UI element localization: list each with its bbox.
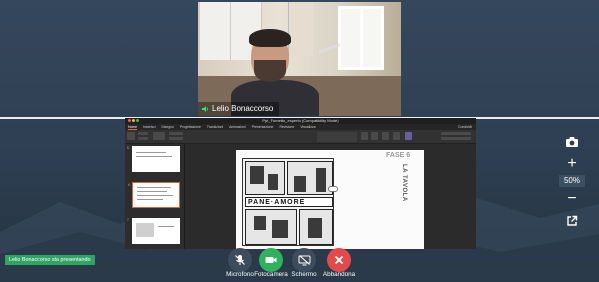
participant-hair (249, 29, 291, 47)
screen-share-off-icon (298, 254, 310, 265)
camera-icon (566, 137, 578, 147)
minus-icon: − (567, 190, 577, 207)
thumbnail-text-line (137, 187, 171, 188)
comic-panel (299, 209, 333, 245)
participant-video-tile[interactable]: Lelio Bonaccorso (198, 2, 401, 116)
ribbon-control (441, 137, 471, 140)
thumbnail-text-line (137, 191, 167, 192)
external-link-icon (567, 215, 578, 226)
mic-off-icon (235, 255, 245, 265)
participant-name: Lelio Bonaccorso (212, 104, 274, 113)
zoom-out-button[interactable]: − (560, 190, 584, 208)
leave-call-button[interactable] (327, 248, 351, 272)
close-icon (334, 255, 344, 265)
slide-thumbnails: 5 6 7 (125, 144, 185, 249)
comic-ink (268, 174, 278, 190)
ribbon-arrange-icon (393, 132, 400, 140)
comic-panel (245, 209, 297, 245)
slide-canvas: PANE·AMORE FASE 6 LA TAVOLA (186, 144, 476, 249)
thumbnail-number: 7 (127, 218, 129, 222)
minimize-dot-icon (132, 119, 135, 122)
shared-screen: Ppt_Fumetto_esperto (Compatibility Mode)… (125, 118, 476, 249)
comic-ink (250, 166, 264, 184)
comic-ink (294, 176, 306, 192)
comic-ink (308, 218, 322, 238)
ribbon-control (138, 137, 148, 140)
zoom-in-button[interactable]: + (560, 155, 584, 173)
thumbnail-text-line (158, 226, 174, 227)
thumbnail-number: 5 (127, 146, 129, 150)
ribbon-new-slide-icon (153, 132, 165, 140)
maximize-dot-icon (136, 119, 139, 122)
ribbon-picture-icon (361, 132, 368, 140)
speech-bubble (328, 186, 338, 192)
video-shelf (288, 2, 313, 56)
ppt-title: Ppt_Fumetto_esperto (Compatibility Mode) (262, 118, 339, 123)
ribbon-control (138, 132, 148, 135)
slide-heading: FASE 6 (386, 152, 411, 159)
window-controls (128, 119, 139, 122)
comic-ink (272, 220, 288, 238)
speaking-mic-icon (201, 105, 209, 113)
leave-label: Abbandona (322, 271, 356, 278)
comic-page-image: PANE·AMORE (242, 158, 334, 246)
thumbnail-text-line (137, 195, 173, 196)
comic-panel (287, 161, 333, 195)
presenting-status-badge: Lelio Bonaccorso sta presentando (5, 255, 95, 265)
ribbon-shapes-icon (371, 132, 378, 140)
screen-share-button[interactable] (292, 248, 316, 272)
open-external-button[interactable] (560, 212, 584, 230)
comic-ink (316, 168, 326, 192)
thumbnail-text-line (137, 199, 163, 200)
zoom-level: 50% (559, 175, 585, 187)
current-slide: PANE·AMORE FASE 6 LA TAVOLA (236, 150, 424, 249)
comic-sign-text: PANE·AMORE (248, 199, 306, 206)
video-window (338, 6, 384, 70)
thumbnail-text-line (136, 156, 172, 157)
participant-beard (254, 60, 286, 82)
ribbon-control (169, 137, 183, 140)
ribbon-textbox-icon (382, 132, 389, 140)
ribbon-paste-icon (127, 132, 135, 140)
ribbon-control (441, 132, 471, 135)
ribbon-designer-icon (405, 132, 412, 140)
slide-thumbnail-selected: 6 (128, 182, 180, 208)
microphone-button[interactable] (228, 248, 252, 272)
ribbon-font-group (317, 132, 357, 142)
participant-name-tag: Lelio Bonaccorso (198, 102, 280, 116)
thumbnail-number: 6 (128, 183, 130, 187)
ppt-ribbon (125, 130, 476, 144)
close-dot-icon (128, 119, 131, 122)
thumbnail-text-line (136, 152, 166, 153)
camera-toggle-button[interactable] (259, 248, 283, 272)
video-camera-icon (265, 257, 277, 263)
screenshot-button[interactable] (560, 133, 584, 151)
comic-ink (254, 216, 266, 230)
slide-thumbnail: 7 (127, 218, 180, 244)
slide-thumbnail: 5 (127, 146, 180, 172)
thumbnail-image (136, 223, 154, 237)
comic-sign-panel: PANE·AMORE (245, 197, 333, 207)
plus-icon: + (567, 155, 577, 172)
ribbon-control (169, 132, 183, 135)
slide-subheading: LA TAVOLA (401, 164, 407, 202)
comic-panel (245, 161, 285, 195)
